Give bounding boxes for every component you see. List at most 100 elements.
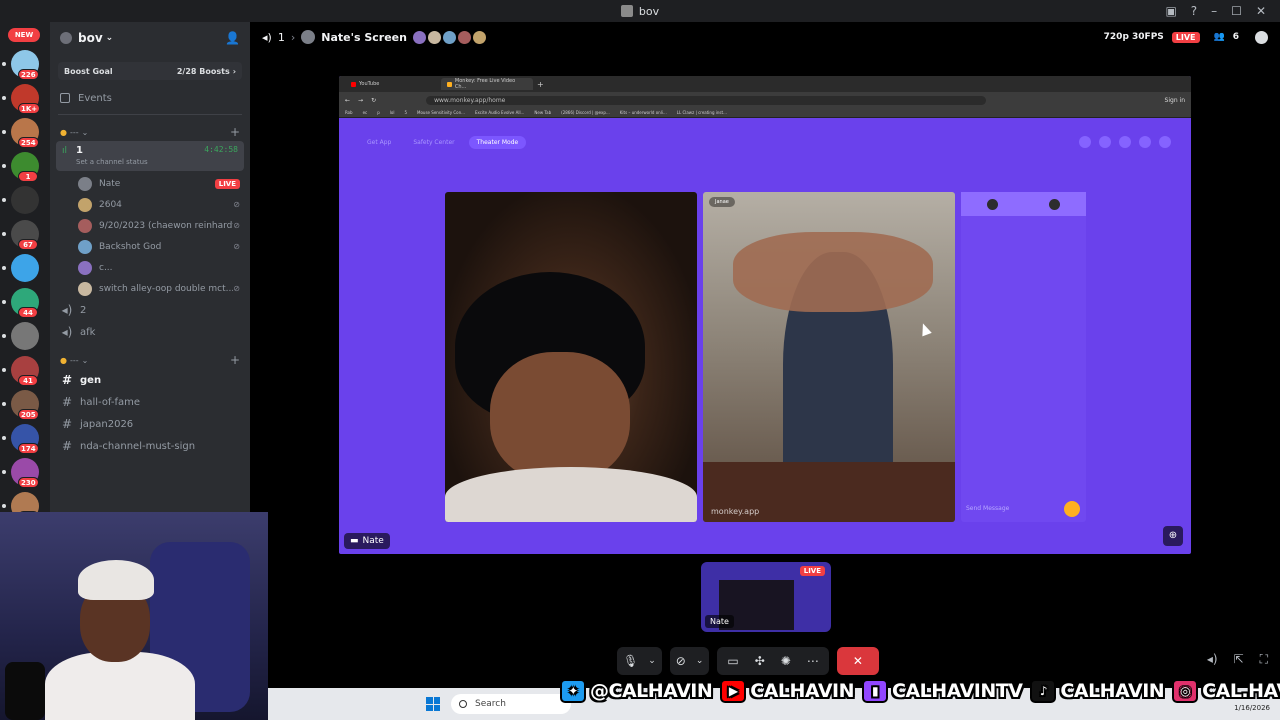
twitch-icon: ▮ (862, 679, 888, 703)
channel-label: nda-channel-must-sign (80, 440, 196, 452)
bookmark-item[interactable]: p (377, 110, 380, 115)
bookmark-item[interactable]: lol (390, 110, 395, 115)
voice-member[interactable]: Nate LIVE (50, 173, 250, 194)
text-channel-japan2026[interactable]: # japan2026 (50, 413, 250, 435)
chevron-down-icon: ⌄ (81, 127, 89, 137)
voice-member[interactable]: 2604 ⊘ (50, 194, 250, 215)
people-icon[interactable]: 👥 (1214, 32, 1225, 42)
settings-icon[interactable] (1159, 136, 1171, 148)
windows-start-icon[interactable] (426, 697, 440, 711)
partner-tag[interactable]: Janae (709, 197, 735, 207)
viewer-avatars[interactable] (412, 30, 486, 44)
inbox-icon[interactable]: ▣ (1165, 4, 1176, 18)
voice-channel-1[interactable]: ıl 1 4:42:58 Set a channel status (56, 141, 244, 171)
add-channel-button[interactable]: + (230, 125, 240, 139)
voice-channel-afk[interactable]: ◂) afk (50, 321, 250, 343)
minimize-button[interactable]: – (1211, 4, 1217, 18)
activity-controls: ▭ ✣ ✺ ⋯ (717, 647, 829, 675)
boost-goal[interactable]: Boost Goal 2/28 Boosts › (58, 62, 242, 80)
bookmark-item[interactable]: 5 (404, 110, 407, 115)
maximize-button[interactable]: ☐ (1231, 4, 1242, 18)
bookmark-item[interactable]: Mouse Sensitivity Con... (417, 110, 465, 115)
voice-member[interactable]: switch alley-oop double mct... ⊘ (50, 278, 250, 299)
bookmark-item[interactable]: Rob (345, 110, 353, 115)
hashtag-icon: # (61, 417, 73, 431)
reload-icon[interactable]: ↻ (371, 97, 376, 104)
send-message-input[interactable]: Send Message (966, 505, 1009, 512)
category-header[interactable]: ● --- ⌄ + (50, 123, 250, 141)
microphone-button[interactable]: 🎙 ⌄ (617, 647, 662, 675)
chat-avatar-1[interactable] (986, 198, 998, 210)
server-icon[interactable] (11, 492, 39, 512)
channel-status-input[interactable]: Set a channel status (76, 158, 238, 166)
server-icon[interactable] (11, 254, 39, 282)
fullscreen-icon[interactable]: ⛶ (1260, 652, 1268, 667)
taskbar-search-label: Search (475, 699, 506, 709)
discord-window: bov ▣ ? – ☐ ✕ NEW 226 1K+ 254 1 67 44 41 205 174… (0, 0, 1280, 720)
new-badge[interactable]: NEW (8, 28, 40, 42)
text-channel-hall-of-fame[interactable]: # hall-of-fame (50, 391, 250, 413)
tiktok-icon: ♪ (1030, 679, 1057, 703)
messages-icon[interactable] (1139, 136, 1151, 148)
search-icon[interactable] (1079, 136, 1091, 148)
taskbar-search[interactable]: Search (451, 694, 571, 714)
category-header[interactable]: ● --- ⌄ + (50, 351, 250, 369)
screen-share-icon[interactable]: ▭ (727, 654, 738, 668)
unread-indicator (2, 436, 6, 440)
forward-icon[interactable]: → (358, 97, 363, 104)
safety-center-link[interactable]: Safety Center (405, 136, 462, 149)
voice-member[interactable]: Backshot God ⊘ (50, 236, 250, 257)
chat-avatar-2[interactable] (1049, 198, 1061, 210)
voice-wave-icon: ıl (62, 146, 68, 156)
gift-icon[interactable] (1064, 501, 1080, 517)
server-icon[interactable] (11, 186, 39, 214)
tab-label: YouTube (359, 81, 380, 87)
unread-indicator (2, 130, 6, 134)
camera-button[interactable]: ⊘ ⌄ (669, 647, 710, 675)
screen-share-stream[interactable]: YouTube Monkey: Free Live Video Ch... + … (339, 76, 1191, 554)
invite-icon[interactable]: 👤 (225, 31, 240, 45)
add-channel-button[interactable]: + (230, 353, 240, 367)
server-header[interactable]: bov ⌄ 👤 (50, 22, 250, 54)
bookmark-item[interactable]: ec (363, 110, 368, 115)
more-icon[interactable]: ⋯ (807, 654, 819, 668)
stream-thumbnail[interactable]: LIVE Nate (701, 562, 831, 632)
voice-member[interactable]: 9/20/2023 (chaewon reinhardt) ⊘ (50, 215, 250, 236)
back-icon[interactable]: ← (345, 97, 350, 104)
profile-icon[interactable] (1099, 136, 1111, 148)
soundboard-icon[interactable]: ✺ (781, 654, 791, 668)
chat-icon[interactable] (1255, 30, 1268, 44)
server-name: bov (78, 31, 103, 45)
bookmark-item[interactable]: Excite Audio Evolve All... (475, 110, 524, 115)
history-icon[interactable] (1119, 136, 1131, 148)
text-channel-gen[interactable]: # gen (50, 369, 250, 391)
text-channel-nda-channel-must-sign[interactable]: # nda-channel-must-sign (50, 435, 250, 457)
popout-icon[interactable]: ⇱ (1234, 652, 1244, 667)
theater-mode-button[interactable]: Theater Mode (468, 136, 527, 149)
close-button[interactable]: ✕ (1256, 4, 1266, 18)
monkey-toolbar (1079, 136, 1171, 148)
avatar (412, 30, 426, 44)
bookmark-item[interactable]: LL Clawz | creating inst... (677, 110, 727, 115)
voice-channel-2[interactable]: ◂) 2 (50, 299, 250, 321)
server-badge: 1K+ (18, 103, 41, 114)
bookmark-item[interactable]: (2866) Discord | @exp... (561, 110, 610, 115)
volume-icon[interactable]: ◂) (1207, 652, 1218, 667)
address-input[interactable]: www.monkey.app/home (426, 95, 987, 105)
voice-member[interactable]: c... (50, 257, 250, 278)
events-item[interactable]: Events (50, 84, 250, 112)
new-tab-button[interactable]: + (537, 80, 544, 89)
browser-tab[interactable]: YouTube (345, 78, 437, 90)
chat-tabs (961, 192, 1086, 216)
activities-icon[interactable]: ✣ (755, 654, 765, 668)
bookmark-item[interactable]: New Tab (534, 110, 551, 115)
get-app-link[interactable]: Get App (359, 136, 399, 149)
server-icon[interactable] (11, 322, 39, 350)
disconnect-button[interactable]: ✕ (836, 647, 879, 675)
person-face (490, 352, 630, 482)
sign-in-button[interactable]: Sign in (1165, 97, 1185, 104)
help-icon[interactable]: ? (1191, 4, 1197, 18)
bookmark-item[interactable]: Kits – underworld onli... (620, 110, 667, 115)
zoom-icon[interactable]: ⊕ (1163, 526, 1183, 546)
browser-tab-active[interactable]: Monkey: Free Live Video Ch... (441, 78, 533, 90)
